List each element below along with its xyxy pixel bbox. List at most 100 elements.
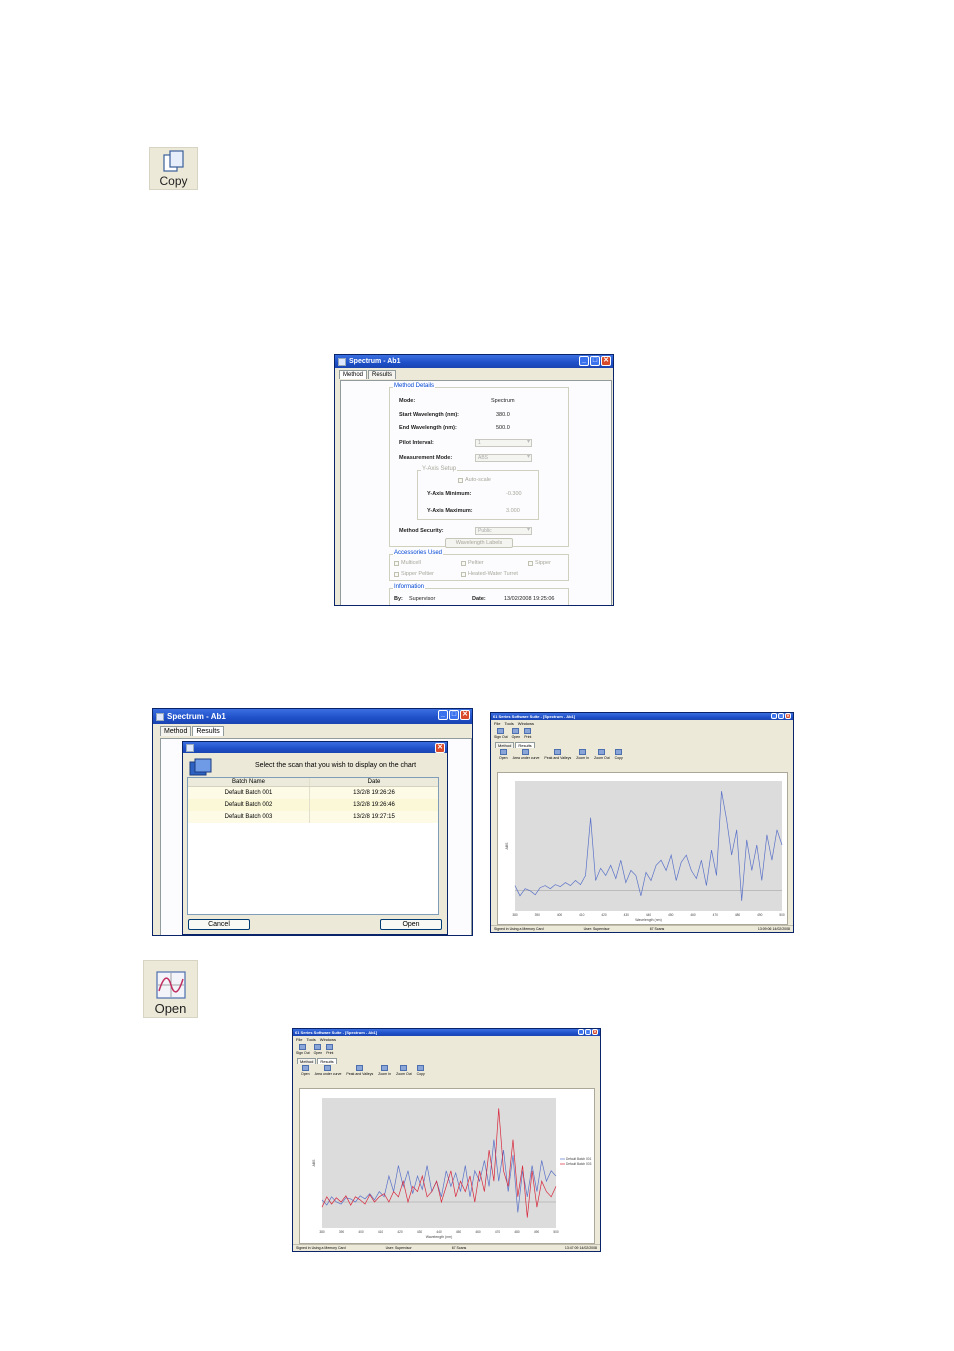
results-toolbar: Open Area under curve Peak and Valleys Z… (293, 1064, 600, 1077)
peak-and-valleys-button[interactable]: Peak and Valleys (346, 1065, 373, 1076)
sign-out-button[interactable]: Sign Out (494, 728, 508, 739)
menu-windows[interactable]: Windows (320, 1037, 336, 1042)
tab-method[interactable]: Method (339, 370, 368, 379)
date-header[interactable]: Date (310, 778, 438, 786)
menu-tools[interactable]: Tools (306, 1037, 315, 1042)
multicell-checkbox[interactable]: Multicell (394, 560, 421, 566)
copy-icon (162, 150, 184, 172)
minimize-button[interactable]: _ (771, 713, 777, 719)
x-tick-label: 380 (319, 1230, 325, 1234)
tab-method[interactable]: Method (160, 726, 192, 736)
cancel-button[interactable]: Cancel (188, 919, 250, 930)
plot-background (515, 781, 782, 911)
wavelength-labels-button[interactable]: Wavelength Labels (445, 538, 513, 548)
menu-file[interactable]: File (296, 1037, 302, 1042)
table-row[interactable]: Default Batch 003 13/2/8 19:27:15 (188, 811, 438, 823)
x-tick-label: 460 (690, 913, 696, 917)
maximize-button[interactable]: □ (585, 1029, 591, 1035)
menu-file[interactable]: File (494, 721, 500, 726)
open-button[interactable]: Open (380, 919, 442, 930)
x-tick-label: 480 (735, 913, 741, 917)
minimize-button[interactable]: _ (438, 710, 448, 720)
copy-tool-button[interactable]: Copy (417, 1065, 425, 1076)
copy-button[interactable]: Copy (149, 147, 198, 190)
print-button[interactable]: Print (326, 1044, 333, 1055)
x-tick-label: 470 (713, 913, 719, 917)
open-button-large[interactable]: Open (143, 960, 198, 1018)
close-button[interactable]: ✕ (601, 356, 611, 366)
end-wavelength-label: End Wavelength (nm): (399, 425, 457, 431)
x-tick-label: 420 (397, 1230, 403, 1234)
print-icon (326, 1044, 334, 1050)
close-button[interactable]: ✕ (460, 710, 470, 720)
open-tool-button[interactable]: Open (512, 728, 520, 739)
maximize-button[interactable]: □ (590, 356, 600, 366)
minimize-button[interactable]: _ (578, 1029, 584, 1035)
window-title: Spectrum - Ab1 (349, 358, 401, 365)
x-tick-label: 390 (535, 913, 541, 917)
x-tick-label: 420 (601, 913, 607, 917)
tab-results[interactable]: Results (368, 370, 397, 379)
dialog-close-button[interactable]: ✕ (435, 743, 445, 753)
tab-results[interactable]: Results (192, 726, 224, 736)
copy-button-label: Copy (159, 174, 188, 188)
tab-method[interactable]: Method (495, 742, 515, 748)
peaks-icon (356, 1065, 364, 1071)
y-axis-minimum-value[interactable]: -0.300 (506, 491, 522, 497)
print-button[interactable]: Print (524, 728, 531, 739)
date-value: 13/02/2008 19:25:06 (504, 596, 555, 602)
maximize-button[interactable]: □ (449, 710, 459, 720)
area-under-curve-button[interactable]: Area under curve (314, 1065, 342, 1076)
window-icon (156, 712, 164, 721)
dialog-icon (186, 743, 194, 752)
method-window: Spectrum - Ab1 _ □ ✕ Method Results Meth… (334, 354, 614, 606)
batch-name-cell: Default Batch 003 (188, 811, 310, 823)
close-button[interactable]: ✕ (592, 1029, 598, 1035)
zoom-in-button[interactable]: Zoom In (378, 1065, 391, 1076)
table-row[interactable]: Default Batch 002 13/2/8 19:26:46 (188, 799, 438, 811)
maximize-button[interactable]: □ (778, 713, 784, 719)
auto-scale-checkbox[interactable]: Auto-scale (458, 477, 491, 483)
peltier-checkbox[interactable]: Peltier (461, 560, 484, 566)
area-under-curve-button[interactable]: Area under curve (513, 749, 539, 760)
peak-and-valleys-button[interactable]: Peak and Valleys (544, 749, 571, 760)
method-details-group: Method Details Mode: Spectrum Start Wave… (389, 383, 569, 548)
results-open-button[interactable]: Open (301, 1065, 310, 1076)
area-under-curve-label: Area under curve (314, 1072, 342, 1076)
y-axis-maximum-value[interactable]: 3.000 (506, 508, 520, 514)
copy-tool-button[interactable]: Copy (615, 749, 623, 760)
x-tick-label: 500 (779, 913, 785, 917)
plot-background (322, 1098, 556, 1228)
zoom-in-button[interactable]: Zoom In (576, 749, 589, 760)
sign-out-button[interactable]: Sign Out (296, 1044, 310, 1055)
table-row[interactable]: Default Batch 001 13/2/8 19:26:26 (188, 787, 438, 799)
app-title: 61 Series Software Suite - [Spectrum - A… (295, 1030, 378, 1035)
tab-results[interactable]: Results (515, 742, 535, 748)
sipper-checkbox[interactable]: Sipper (528, 560, 551, 566)
zoom-out-button[interactable]: Zoom Out (594, 749, 610, 760)
heated-water-turret-checkbox[interactable]: Heated-Water Turret (461, 571, 518, 577)
scan-list[interactable]: Batch Name Date Default Batch 001 13/2/8… (187, 777, 439, 915)
x-tick-label: 440 (436, 1230, 442, 1234)
method-security-select[interactable]: Public (475, 527, 532, 535)
results-open-button[interactable]: Open (499, 749, 508, 760)
tab-method[interactable]: Method (297, 1058, 317, 1064)
zoom-out-label: Zoom Out (396, 1072, 412, 1076)
sipper-peltier-checkbox[interactable]: Sipper Peltier (394, 571, 434, 577)
minimize-button[interactable]: _ (579, 356, 589, 366)
open-tool-button[interactable]: Open (314, 1044, 322, 1055)
batch-name-header[interactable]: Batch Name (188, 778, 310, 786)
close-button[interactable]: ✕ (785, 713, 791, 719)
measurement-mode-select[interactable]: ABS (475, 454, 532, 462)
chart-area: 380 390 400 410 420 430 440 450 460 470 480 490 500 W… (497, 772, 788, 925)
mode-label: Mode: (399, 398, 416, 404)
batch-name-cell: Default Batch 002 (188, 799, 310, 811)
pilot-interval-select[interactable]: 1 (475, 439, 532, 447)
open-plot-icon (499, 749, 507, 755)
tab-results[interactable]: Results (317, 1058, 337, 1064)
batch-icon (189, 758, 212, 776)
zoom-out-button[interactable]: Zoom Out (396, 1065, 412, 1076)
y-axis-label: ABS (505, 842, 509, 850)
menu-tools[interactable]: Tools (504, 721, 513, 726)
menu-windows[interactable]: Windows (518, 721, 534, 726)
